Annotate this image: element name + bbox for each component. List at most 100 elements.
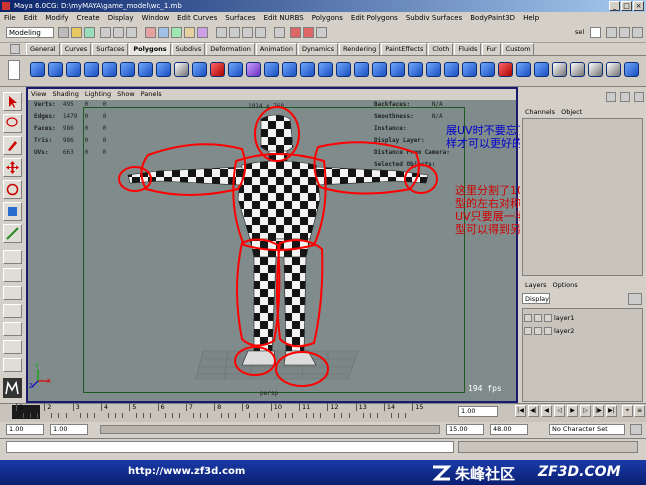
- layer-display-type-toggle[interactable]: [534, 313, 542, 322]
- poly-separate-icon[interactable]: [156, 62, 171, 77]
- mask-surface-icon[interactable]: [184, 27, 195, 38]
- poly-bevel-icon[interactable]: [264, 62, 279, 77]
- checker-cube-icon[interactable]: [606, 62, 621, 77]
- anim-prefs-icon[interactable]: ≡: [634, 405, 645, 417]
- select-component-icon[interactable]: [126, 27, 137, 38]
- menu-bodypaint3d[interactable]: BodyPaint3D: [466, 12, 519, 24]
- layer-color-swatch[interactable]: [544, 313, 552, 322]
- shelf-scroll-handle[interactable]: [8, 60, 20, 80]
- menu-create[interactable]: Create: [72, 12, 103, 24]
- mask-curve-icon[interactable]: [171, 27, 182, 38]
- menu-edit-polygons[interactable]: Edit Polygons: [347, 12, 402, 24]
- poly-wedge-icon[interactable]: [300, 62, 315, 77]
- poly-merge-icon[interactable]: [282, 62, 297, 77]
- channel-tab-channels[interactable]: Channels: [522, 108, 558, 116]
- shelf-tab-custom[interactable]: Custom: [501, 43, 535, 55]
- poly-combine-icon[interactable]: [138, 62, 153, 77]
- last-tool-icon[interactable]: [3, 250, 22, 264]
- layer-visibility-toggle[interactable]: [524, 326, 532, 335]
- poly-soften-icon[interactable]: [354, 62, 369, 77]
- menu-edit-curves[interactable]: Edit Curves: [173, 12, 221, 24]
- checker-icon[interactable]: [174, 62, 189, 77]
- snap-curve-icon[interactable]: [229, 27, 240, 38]
- layout-persp-outliner-icon[interactable]: [3, 358, 22, 372]
- character-set-icon[interactable]: [630, 424, 642, 435]
- poly-planar-map-icon[interactable]: [426, 62, 441, 77]
- shelf-tab-animation[interactable]: Animation: [255, 43, 297, 55]
- snap-view-plane-icon[interactable]: [255, 27, 266, 38]
- perspective-viewport[interactable]: View Shading Lighting Show Panels 1024 x…: [26, 87, 518, 403]
- select-tool-icon[interactable]: [3, 92, 22, 111]
- poly-smooth-icon[interactable]: [192, 62, 207, 77]
- poly-auto-map-icon[interactable]: [480, 62, 495, 77]
- current-time-field[interactable]: 1.00: [458, 406, 498, 417]
- menu-help[interactable]: Help: [519, 12, 543, 24]
- character-set-dropdown[interactable]: No Character Set: [549, 424, 625, 435]
- open-scene-icon[interactable]: [71, 27, 82, 38]
- channel-tab-object[interactable]: Object: [558, 108, 585, 116]
- go-to-end-icon[interactable]: ▶|: [606, 405, 617, 417]
- quick-select-icon[interactable]: [590, 27, 601, 38]
- menu-edit[interactable]: Edit: [20, 12, 42, 24]
- select-hierarchy-icon[interactable]: [100, 27, 111, 38]
- menu-subdiv-surfaces[interactable]: Subdiv Surfaces: [402, 12, 466, 24]
- create-layer-icon[interactable]: [628, 293, 642, 305]
- step-back-frame-icon[interactable]: ◀: [541, 405, 552, 417]
- poly-cube-icon[interactable]: [48, 62, 63, 77]
- shelf-menu-icon[interactable]: [10, 44, 20, 54]
- panel-icon-a[interactable]: [606, 92, 616, 102]
- checker-map-icon[interactable]: [570, 62, 585, 77]
- render-globals-icon[interactable]: [316, 27, 327, 38]
- uv-texture-editor-icon[interactable]: [552, 62, 567, 77]
- layout-hypershade-icon[interactable]: [3, 340, 22, 354]
- poly-split-icon[interactable]: [228, 62, 243, 77]
- poly-sphere-icon[interactable]: [30, 62, 45, 77]
- shelf-tab-painteffects[interactable]: PaintEffects: [381, 43, 428, 55]
- menu-surfaces[interactable]: Surfaces: [221, 12, 259, 24]
- poly-plane-icon[interactable]: [102, 62, 117, 77]
- menu-polygons[interactable]: Polygons: [308, 12, 347, 24]
- poly-append-icon[interactable]: [210, 62, 225, 77]
- layer-tab-options[interactable]: Options: [550, 281, 581, 289]
- poly-triangulate-icon[interactable]: [390, 62, 405, 77]
- snap-point-icon[interactable]: [242, 27, 253, 38]
- poly-move-uv-icon[interactable]: [534, 62, 549, 77]
- step-forward-frame-icon[interactable]: ▷: [580, 405, 591, 417]
- playback-start-field[interactable]: 1.00: [50, 424, 88, 435]
- menu-file[interactable]: File: [0, 12, 20, 24]
- lasso-tool-icon[interactable]: [3, 114, 22, 133]
- poly-spherical-map-icon[interactable]: [462, 62, 477, 77]
- play-backward-icon[interactable]: ◁: [554, 405, 565, 417]
- save-scene-icon[interactable]: [84, 27, 95, 38]
- rotate-tool-icon[interactable]: [3, 180, 22, 199]
- maximize-button[interactable]: □: [621, 1, 632, 11]
- mask-handle-icon[interactable]: [145, 27, 156, 38]
- range-slider[interactable]: [100, 425, 440, 434]
- mode-selector[interactable]: Modeling: [6, 27, 54, 38]
- poly-extrude-icon[interactable]: [246, 62, 261, 77]
- mask-joint-icon[interactable]: [158, 27, 169, 38]
- move-tool-icon[interactable]: [3, 158, 22, 177]
- layer-display-type-toggle[interactable]: [534, 326, 542, 335]
- panel-icon-c[interactable]: [634, 92, 644, 102]
- menu-modify[interactable]: Modify: [41, 12, 72, 24]
- poly-torus-icon[interactable]: [120, 62, 135, 77]
- poly-normal-icon[interactable]: [318, 62, 333, 77]
- step-forward-key-icon[interactable]: |▶: [593, 405, 604, 417]
- layout-persp-graph-icon[interactable]: [3, 322, 22, 336]
- layout-single-icon[interactable]: [3, 268, 22, 282]
- scale-tool-icon[interactable]: [3, 202, 22, 221]
- shelf-tab-fluids[interactable]: Fluids: [454, 43, 482, 55]
- render-icon[interactable]: [290, 27, 301, 38]
- shelf-tab-rendering[interactable]: Rendering: [339, 43, 381, 55]
- close-button[interactable]: ×: [633, 1, 644, 11]
- shelf-tab-dynamics[interactable]: Dynamics: [297, 43, 339, 55]
- paint-select-tool-icon[interactable]: [3, 136, 22, 155]
- layer-display-dropdown[interactable]: Display: [522, 293, 550, 304]
- attribute-editor-icon[interactable]: [606, 27, 617, 38]
- shelf-tab-cloth[interactable]: Cloth: [428, 43, 454, 55]
- auto-key-icon[interactable]: ⌖: [622, 405, 633, 417]
- command-line-input[interactable]: [6, 441, 454, 453]
- layer-row[interactable]: layer1: [524, 312, 574, 323]
- panel-icon-b[interactable]: [620, 92, 630, 102]
